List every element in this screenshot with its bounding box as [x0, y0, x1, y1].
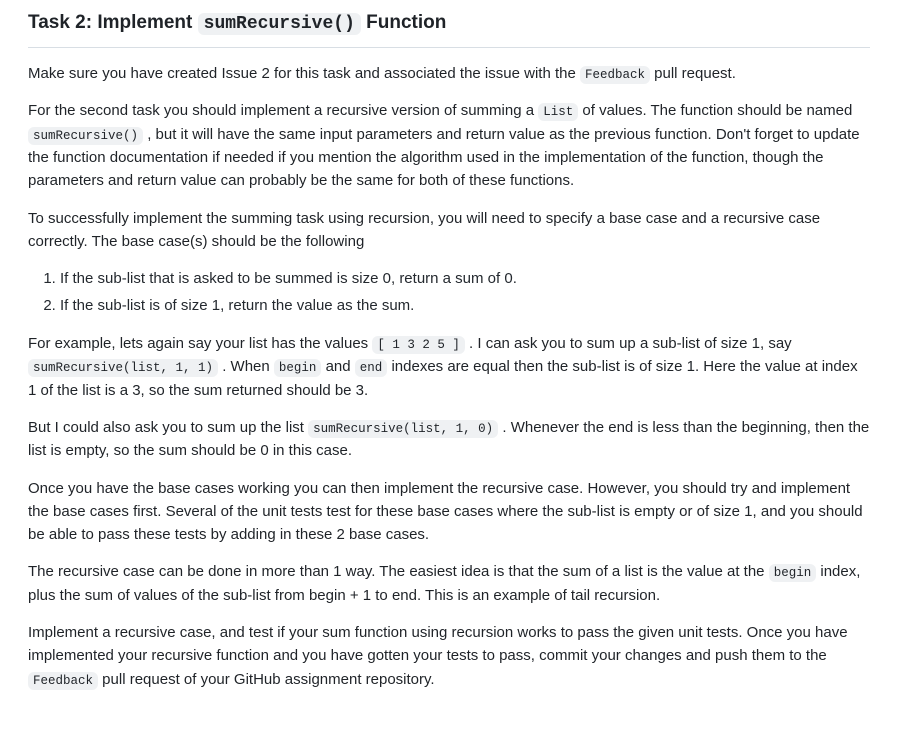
heading-suffix: Function: [361, 12, 446, 33]
heading-prefix: Task 2: Implement: [28, 12, 198, 33]
task-heading: Task 2: Implement sumRecursive() Functio…: [28, 8, 870, 48]
paragraph-example1: For example, lets again say your list ha…: [28, 332, 870, 402]
text: Implement a recursive case, and test if …: [28, 624, 848, 664]
text: For example, lets again say your list ha…: [28, 335, 372, 352]
text: . I can ask you to sum up a sub-list of …: [465, 335, 792, 352]
text: The recursive case can be done in more t…: [28, 563, 769, 580]
text: pull request of your GitHub assignment r…: [98, 671, 435, 688]
paragraph-example2: But I could also ask you to sum up the l…: [28, 416, 870, 463]
code-sumrecursive: sumRecursive(): [28, 127, 143, 145]
heading-code: sumRecursive(): [198, 13, 361, 35]
list-item: If the sub-list is of size 1, return the…: [60, 294, 870, 318]
list-item: If the sub-list that is asked to be summ…: [60, 267, 870, 291]
text: , but it will have the same input parame…: [28, 126, 860, 190]
code-end: end: [355, 359, 388, 377]
code-begin: begin: [274, 359, 322, 377]
code-array: [ 1 3 2 5 ]: [372, 336, 465, 354]
text: But I could also ask you to sum up the l…: [28, 419, 308, 436]
text: pull request.: [650, 65, 736, 82]
document-content: Task 2: Implement sumRecursive() Functio…: [0, 0, 898, 733]
text: . When: [218, 358, 274, 375]
code-begin2: begin: [769, 564, 817, 582]
code-feedback: Feedback: [580, 66, 650, 84]
paragraph-basecase-impl: Once you have the base cases working you…: [28, 477, 870, 547]
text: and: [321, 358, 354, 375]
code-call2: sumRecursive(list, 1, 0): [308, 420, 498, 438]
paragraph-basecase-intro: To successfully implement the summing ta…: [28, 207, 870, 254]
text: of values. The function should be named: [578, 102, 852, 119]
paragraph-intro: Make sure you have created Issue 2 for t…: [28, 62, 870, 85]
paragraph-closing: Implement a recursive case, and test if …: [28, 621, 870, 691]
paragraph-task-desc: For the second task you should implement…: [28, 99, 870, 192]
code-call1: sumRecursive(list, 1, 1): [28, 359, 218, 377]
text: Make sure you have created Issue 2 for t…: [28, 65, 580, 82]
paragraph-recursive-case: The recursive case can be done in more t…: [28, 560, 870, 607]
text: For the second task you should implement…: [28, 102, 538, 119]
code-list: List: [538, 103, 578, 121]
code-feedback2: Feedback: [28, 672, 98, 690]
base-case-list: If the sub-list that is asked to be summ…: [28, 267, 870, 318]
